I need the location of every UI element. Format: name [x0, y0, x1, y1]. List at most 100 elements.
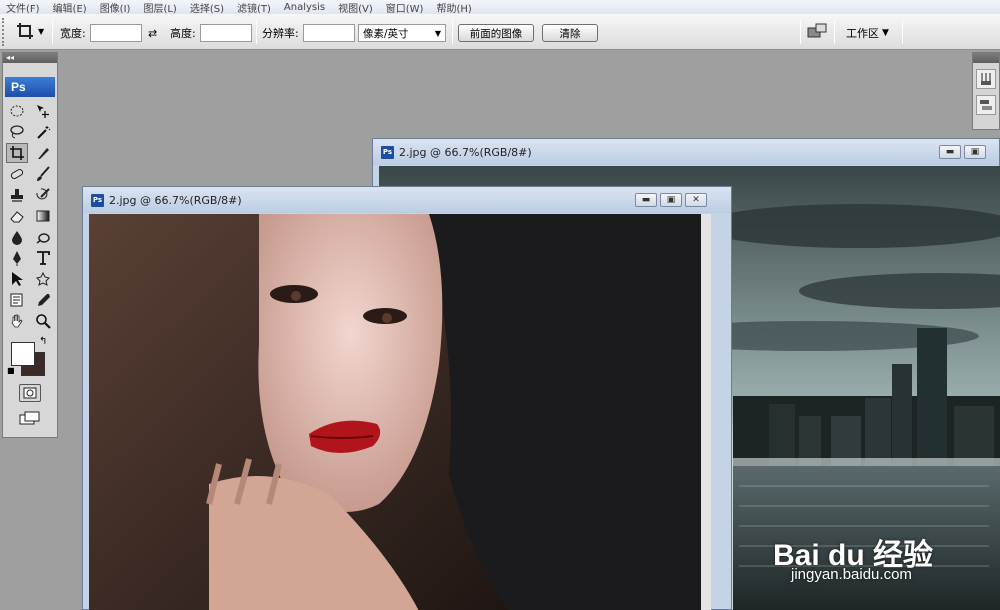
menu-item[interactable]: Analysis — [284, 2, 325, 13]
document-title-back: 2.jpg @ 66.7%(RGB/8#) — [399, 145, 532, 159]
pen-tool[interactable] — [6, 248, 28, 268]
unit-selected-value: 像素/英寸 — [363, 27, 409, 40]
zoom-tool[interactable] — [32, 311, 54, 331]
history-brush-tool[interactable] — [32, 185, 54, 205]
menu-bar: 文件(F) 编辑(E) 图像(I) 图层(L) 选择(S) 滤镜(T) Analysis 视图… — [0, 0, 1000, 15]
swap-dimensions-icon[interactable]: ⇄ — [148, 24, 157, 42]
tools-grid — [3, 101, 57, 332]
chevron-down-icon: ▼ — [38, 26, 45, 36]
toolbox-header[interactable]: ◂◂ — [3, 53, 57, 63]
workspace-label: 工作区 — [846, 27, 879, 40]
separator — [452, 20, 453, 44]
maximize-button[interactable]: ▣ — [964, 145, 986, 159]
lasso-tool[interactable] — [6, 122, 28, 142]
menu-item[interactable]: 窗口(W) — [386, 0, 424, 15]
menu-item[interactable]: 编辑(E) — [53, 0, 87, 15]
menu-item[interactable]: 选择(S) — [190, 0, 224, 15]
minimize-button[interactable]: ▬ — [635, 193, 657, 207]
clone-stamp-tool[interactable] — [6, 185, 28, 205]
separator — [800, 20, 801, 44]
elliptical-marquee-tool[interactable] — [6, 101, 28, 121]
separator — [834, 20, 835, 44]
quick-mask-button[interactable] — [19, 384, 41, 402]
menu-item[interactable]: 滤镜(T) — [237, 0, 271, 15]
move-tool[interactable] — [32, 101, 54, 121]
hand-tool[interactable] — [6, 311, 28, 331]
options-bar-grip[interactable] — [2, 18, 6, 46]
knife-icon — [38, 148, 49, 159]
ellipse-marquee-icon — [10, 105, 24, 117]
dock-header[interactable] — [973, 53, 999, 63]
magnifier-icon — [36, 314, 51, 329]
brushes-panel-icon[interactable] — [976, 69, 996, 89]
screen-mode-icon — [19, 411, 40, 425]
eraser-tool[interactable] — [6, 206, 28, 226]
window-controls-front: ▬ ▣ ✕ — [635, 193, 707, 207]
screen-mode-button[interactable] — [18, 410, 42, 426]
minimize-button[interactable]: ▬ — [939, 145, 961, 159]
type-tool[interactable] — [32, 248, 54, 268]
type-t-icon — [37, 251, 50, 265]
resolution-input[interactable] — [303, 24, 355, 42]
front-image-button[interactable]: 前面的图像 — [458, 24, 534, 42]
portrait-image[interactable] — [89, 214, 711, 610]
tool-presets-panel-icon[interactable] — [976, 95, 996, 115]
document-window-front[interactable]: Ps 2.jpg @ 66.7%(RGB/8#) ▬ ▣ ✕ — [82, 186, 732, 610]
brush-icon — [37, 166, 50, 181]
magic-wand-tool[interactable] — [32, 122, 54, 142]
lasso-icon — [10, 125, 24, 139]
gradient-tool[interactable] — [32, 206, 54, 226]
foreground-color-swatch[interactable] — [11, 342, 35, 366]
menu-item[interactable]: 图像(I) — [100, 0, 131, 15]
ps-document-icon: Ps — [91, 193, 104, 207]
menu-item[interactable]: 帮助(H) — [436, 0, 471, 15]
default-colors-icon[interactable]: ■ — [7, 366, 15, 375]
bandage-icon — [10, 169, 24, 179]
clear-button[interactable]: 清除 — [542, 24, 598, 42]
magic-wand-icon — [37, 126, 51, 139]
custom-shape-tool[interactable] — [32, 269, 54, 289]
close-button[interactable]: ✕ — [685, 193, 707, 207]
window-controls-back: ▬ ▣ — [939, 145, 986, 159]
swap-colors-icon[interactable]: ↰ — [39, 336, 47, 347]
document-title-front: 2.jpg @ 66.7%(RGB/8#) — [109, 193, 242, 207]
path-select-arrow-icon — [12, 272, 23, 286]
note-icon — [10, 293, 23, 307]
slice-tool[interactable] — [32, 143, 54, 163]
menu-item[interactable]: 视图(V) — [338, 0, 373, 15]
blur-tool[interactable] — [6, 227, 28, 247]
path-selection-tool[interactable] — [6, 269, 28, 289]
healing-brush-tool[interactable] — [6, 164, 28, 184]
crop-icon — [10, 146, 24, 160]
chevron-down-icon: ▼ — [434, 28, 441, 38]
notes-tool[interactable] — [6, 290, 28, 310]
crop-tool-preset-picker[interactable]: ▼ — [16, 22, 44, 40]
menu-item[interactable]: 图层(L) — [143, 0, 176, 15]
width-input[interactable] — [90, 24, 142, 42]
shape-icon — [36, 271, 50, 286]
eyedropper-tool[interactable] — [32, 290, 54, 310]
maximize-button[interactable]: ▣ — [660, 193, 682, 207]
bridge-icon[interactable] — [806, 22, 828, 40]
maximize-icon: ▣ — [970, 147, 980, 157]
dodge-tool[interactable] — [32, 227, 54, 247]
menu-item[interactable]: 文件(F) — [6, 0, 40, 15]
close-icon: ✕ — [692, 195, 700, 205]
document-titlebar-front[interactable]: Ps 2.jpg @ 66.7%(RGB/8#) — [83, 187, 731, 213]
move-arrow-icon — [37, 105, 49, 118]
ps-document-icon: Ps — [381, 145, 394, 159]
portrait-graphic — [89, 214, 711, 610]
width-label: 宽度: — [60, 27, 86, 40]
resolution-unit-select[interactable]: 像素/英寸 ▼ — [358, 24, 446, 42]
toolbox-panel: ◂◂ Ps ↰ ■ — [2, 52, 58, 438]
height-input[interactable] — [200, 24, 252, 42]
document-titlebar-back[interactable]: Ps 2.jpg @ 66.7%(RGB/8#) — [373, 139, 999, 165]
quick-mask-icon — [23, 387, 37, 399]
pen-icon — [13, 251, 21, 266]
workspace-menu[interactable]: 工作区 ▼ — [846, 24, 889, 42]
ps-logo[interactable]: Ps — [5, 77, 55, 97]
brush-tool[interactable] — [32, 164, 54, 184]
panel-dock — [972, 52, 1000, 130]
crop-tool[interactable] — [6, 143, 28, 163]
hand-icon — [11, 314, 23, 328]
